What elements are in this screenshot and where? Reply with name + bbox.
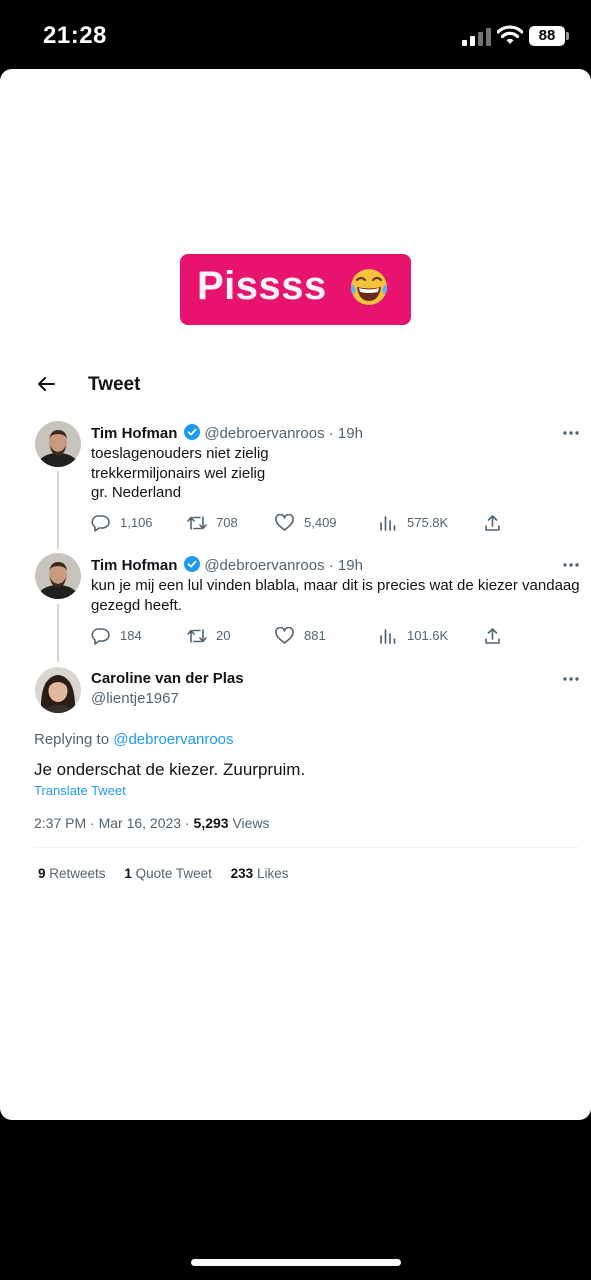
likes-stat[interactable]: 233 Likes [231, 866, 289, 881]
verified-badge-icon [183, 556, 200, 572]
more-options-icon[interactable] [562, 430, 580, 436]
avatar-photo [35, 667, 81, 713]
retweet-count: 708 [216, 515, 238, 530]
avatar[interactable] [35, 421, 81, 467]
views-label: Views [228, 815, 270, 831]
replying-to: Replying to @debroervanroos [34, 731, 234, 748]
more-options-icon[interactable] [562, 676, 580, 682]
replying-label: Replying to [34, 731, 114, 748]
tweet-text: toeslagenouders niet zielig trekkermiljo… [91, 444, 269, 503]
wifi-icon [497, 25, 523, 44]
tweet-line: toeslagenouders niet zielig [91, 445, 269, 462]
tweet-screenshot: Tweet Tim Hofman @debroervanroos · 19h t… [18, 363, 591, 903]
thread-connector [57, 471, 59, 549]
avatar-photo [35, 553, 81, 599]
tweet-actions: 1,106 708 5,409 575.8K [91, 513, 511, 533]
home-indicator[interactable] [191, 1259, 401, 1266]
engagement-stats: 9 Retweets 1 Quote Tweet 233 Likes [38, 866, 288, 881]
view-count: 101.6K [407, 628, 449, 643]
replying-handle-link[interactable]: @debroervanroos [113, 731, 233, 748]
author-name[interactable]: Tim Hofman [91, 557, 177, 574]
heart-icon [275, 514, 294, 531]
story-sheet: Pissss Tweet Tim Hofman @debroervanroos … [0, 69, 591, 1120]
author-name[interactable]: Caroline van der Plas [91, 670, 244, 687]
more-options-icon[interactable] [562, 562, 580, 568]
quotes-count: 1 [124, 866, 132, 881]
likes-count: 233 [230, 866, 254, 881]
tweet-timestamp: 2:37 PM · Mar 16, 2023 · 5,293 Views [34, 815, 270, 831]
heart-icon [275, 627, 294, 644]
text-sticker[interactable]: Pissss [180, 254, 411, 325]
share-icon [485, 515, 500, 531]
cellular-signal-icon [462, 28, 492, 46]
quotes-label: Quote Tweet [131, 866, 212, 881]
main-tweet-text: Je onderschat de kiezer. Zuurpruim. [34, 760, 306, 779]
retweet-count: 20 [216, 628, 231, 643]
page-title: Tweet [88, 374, 141, 395]
likes-label: Likes [253, 866, 289, 881]
analytics-icon [380, 516, 396, 531]
tweet-text: kun je mij een lul vinden blabla, maar d… [91, 576, 581, 615]
verified-badge-icon [183, 424, 200, 440]
author-handle[interactable]: @debroervanroos · 19h [204, 557, 363, 574]
analytics-icon [380, 629, 396, 644]
like-count: 5,409 [304, 515, 337, 530]
reply-icon [91, 515, 110, 532]
tweet-line: trekkermiljonairs wel zielig [91, 464, 266, 482]
avatar[interactable] [35, 553, 81, 599]
author-handle[interactable]: @lientje1967 [91, 690, 179, 707]
tweet-line: gr. Nederland [91, 484, 182, 501]
retweets-count: 9 [38, 866, 46, 881]
divider [34, 847, 579, 848]
sticker-text: Pissss [197, 264, 327, 308]
author-name[interactable]: Tim Hofman [91, 425, 177, 442]
reply-count: 1,106 [120, 515, 153, 530]
avatar[interactable] [35, 667, 81, 713]
status-bar: 21:28 88 [0, 0, 591, 70]
battery-nub [566, 32, 569, 40]
laughing-tears-emoji-icon [350, 269, 388, 305]
avatar-photo [35, 421, 81, 467]
battery-indicator: 88 [529, 26, 565, 46]
timestamp-text: 2:37 PM · Mar 16, 2023 · [34, 815, 194, 831]
reply-count: 184 [120, 628, 142, 643]
status-time: 21:28 [43, 22, 107, 49]
tweet-header: Tim Hofman @debroervanroos · 19h [91, 556, 363, 575]
tweet-actions: 184 20 881 101.6K [91, 626, 511, 646]
retweets-stat[interactable]: 9 Retweets [38, 866, 106, 881]
like-count: 881 [304, 628, 326, 643]
thread-connector [57, 604, 59, 662]
retweets-label: Retweets [45, 866, 106, 881]
quote-tweets-stat[interactable]: 1 Quote Tweet [124, 866, 212, 881]
translate-tweet-link[interactable]: Translate Tweet [34, 783, 126, 798]
tweet-line: kun je mij een lul vinden blabla, maar d… [91, 577, 580, 594]
retweet-icon [187, 516, 207, 530]
view-count: 575.8K [407, 515, 449, 530]
tweet-line: gezegd heeft. [91, 596, 182, 614]
share-icon [485, 628, 500, 644]
tweet-header: Tim Hofman @debroervanroos · 19h [91, 424, 363, 443]
back-arrow-icon[interactable] [35, 373, 57, 395]
reply-icon [91, 628, 110, 645]
author-handle[interactable]: @debroervanroos · 19h [204, 425, 363, 442]
views-count: 5,293 [193, 815, 229, 831]
retweet-icon [187, 629, 207, 643]
